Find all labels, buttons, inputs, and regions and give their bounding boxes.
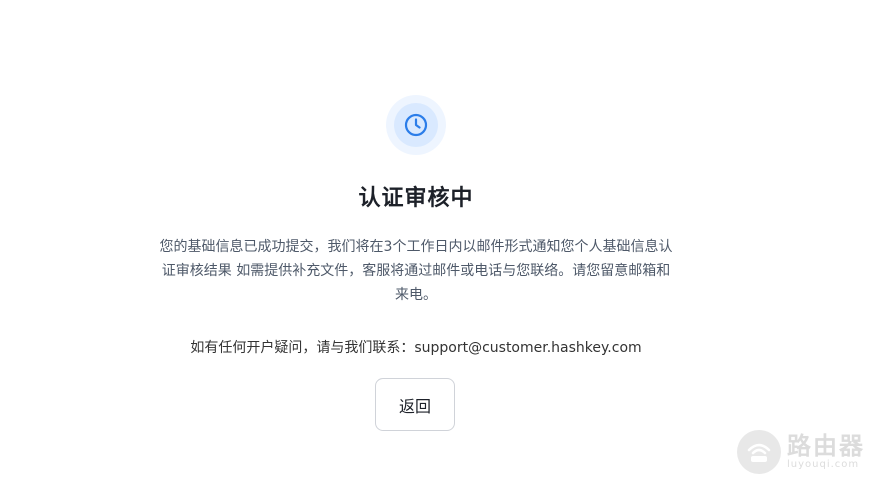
router-logo-icon bbox=[737, 430, 781, 474]
watermark-text: 路由器 luyouqi.com bbox=[787, 433, 865, 471]
watermark-name: 路由器 bbox=[787, 432, 865, 460]
status-icon-circle bbox=[394, 103, 438, 147]
status-icon-halo bbox=[386, 95, 446, 155]
clock-icon bbox=[404, 113, 428, 137]
status-description: 您的基础信息已成功提交，我们将在3个工作日内以邮件形式通知您个人基础信息认证审核… bbox=[159, 239, 673, 303]
site-watermark: 路由器 luyouqi.com bbox=[737, 430, 865, 474]
watermark-domain: luyouqi.com bbox=[787, 459, 860, 470]
back-button[interactable]: 返回 bbox=[375, 378, 455, 431]
page-title: 认证审核中 bbox=[358, 186, 474, 211]
contact-info: 如有任何开户疑问，请与我们联系：support@customer.hashkey… bbox=[190, 340, 642, 356]
verification-pending-page: 认证审核中 您的基础信息已成功提交，我们将在3个工作日内以邮件形式通知您个人基础… bbox=[0, 0, 877, 490]
